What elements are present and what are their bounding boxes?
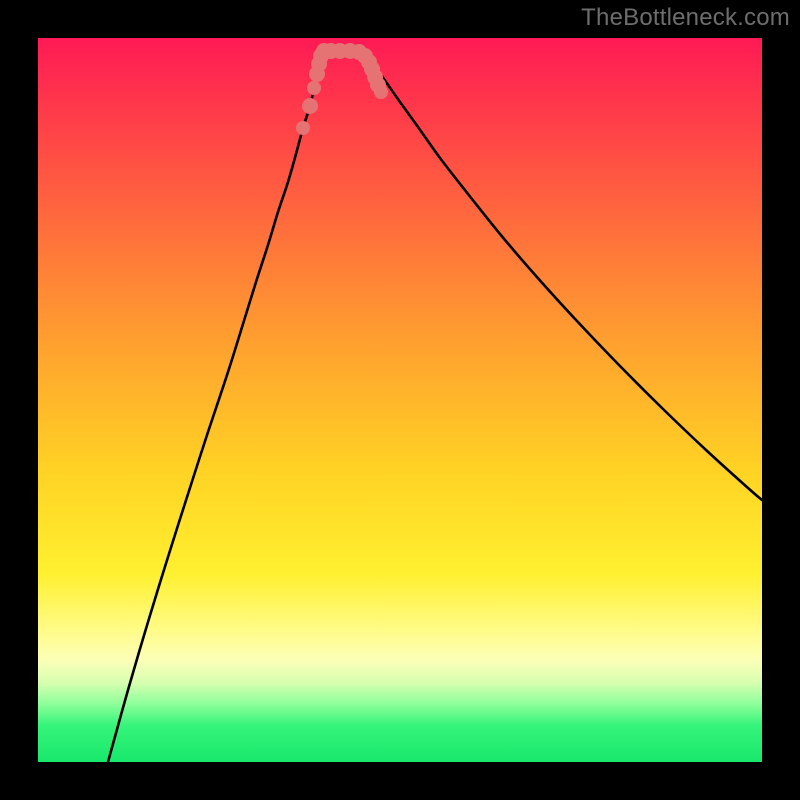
valley-marker <box>307 81 321 95</box>
valley-marker <box>296 121 310 135</box>
left-curve <box>108 51 322 762</box>
chart-frame: TheBottleneck.com <box>0 0 800 800</box>
right-curve <box>362 51 762 500</box>
chart-svg <box>38 38 762 762</box>
watermark-text: TheBottleneck.com <box>581 4 790 32</box>
curve-group <box>108 51 762 762</box>
valley-marker <box>302 98 318 114</box>
plot-area <box>38 38 762 762</box>
valley-marker <box>374 85 388 99</box>
marker-group <box>296 43 388 135</box>
